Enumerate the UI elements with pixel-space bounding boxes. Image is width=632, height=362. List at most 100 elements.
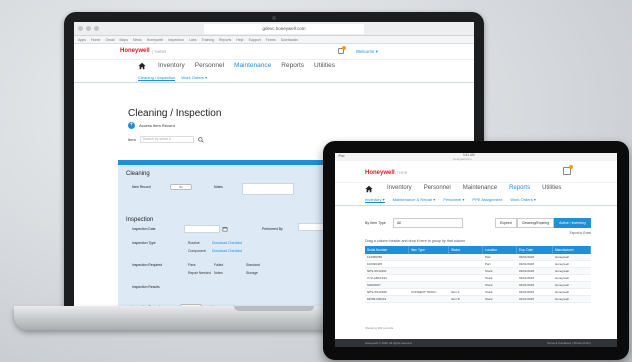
footer-links[interactable]: Terms & Conditions | Privacy Policy — [547, 339, 591, 347]
nav-tab-utilities[interactable]: Utilities — [542, 185, 561, 191]
inspection-date-input[interactable] — [184, 225, 220, 233]
table-cell — [409, 261, 449, 267]
download-checklist-link-1[interactable]: Download Checklist — [212, 241, 242, 245]
bookmark-item[interactable]: Reports — [219, 38, 231, 42]
nav-tab-utilities[interactable]: Utilities — [314, 62, 335, 69]
nav-tab-maintenance[interactable]: Maintenance — [234, 62, 271, 69]
table-row[interactable]: NPS-SN12389 CONSENT TRAIN... Item A Stock 03… — [365, 289, 591, 296]
item-type-select[interactable]: All — [393, 218, 463, 228]
bookmark-item[interactable]: Downloads — [281, 38, 298, 42]
table-cell: 03/01/2018 — [519, 283, 535, 287]
column-header[interactable]: Serial Number — [365, 246, 409, 254]
table-row[interactable]: NPS-SN12301 Stock 03/01/2018 Honeywell — [365, 268, 591, 275]
inspection-type-component[interactable]: Component — [188, 249, 206, 253]
notes-input[interactable] — [242, 183, 294, 195]
notification-badge — [569, 165, 573, 169]
nav-tab-reports[interactable]: Reports — [281, 62, 304, 69]
subnav-tab-cleaning-inspection[interactable]: Cleaning / Inspection — [138, 75, 176, 81]
bookmark-item[interactable]: Forms — [266, 38, 276, 42]
tablet-footer: Honeywell © 2018. All rights reserved. T… — [335, 339, 617, 347]
home-icon[interactable] — [138, 62, 146, 70]
home-icon[interactable] — [365, 185, 373, 193]
req-failed[interactable]: Failed — [214, 263, 223, 267]
table-row[interactable]: MP2B-000019 Item B Stock 03/01/2018 Honeywel… — [365, 296, 591, 303]
inspection-section-title: Inspection — [126, 217, 154, 223]
nav-tab-reports[interactable]: Reports — [509, 185, 530, 191]
table-row[interactable]: S0000007 Stock 03/01/2018 Honeywell — [365, 282, 591, 289]
window-controls[interactable] — [78, 26, 99, 31]
notes-label: Notes — [214, 185, 223, 189]
table-cell: 102030405 — [367, 262, 383, 266]
new-record-label: New Record — [132, 185, 151, 189]
req-standard[interactable]: Standard — [246, 263, 260, 267]
page-title: Cleaning / Inspection — [128, 108, 222, 119]
table-row[interactable]: 123456789 Part 03/01/2018 Honeywell — [365, 254, 591, 261]
search-icon[interactable] — [198, 136, 204, 143]
bookmark-item[interactable]: Gmail — [105, 38, 114, 42]
column-header[interactable]: Location — [483, 246, 517, 254]
item-type-label: By Item Type — [365, 221, 386, 225]
bookmark-item[interactable]: Maps — [119, 38, 128, 42]
bookmark-item[interactable]: News — [133, 38, 142, 42]
nav-tab-personnel[interactable]: Personnel — [424, 185, 451, 191]
item-search-input[interactable]: Search by serial # — [139, 136, 194, 143]
column-header[interactable]: Item Type — [409, 246, 449, 254]
bookmark-item[interactable]: Support — [249, 38, 261, 42]
export-excel-checkbox[interactable]: Export to Excel — [570, 231, 591, 235]
table-cell: Part — [485, 262, 491, 266]
subnav-items: Cleaning / Inspection Work Orders ▾ — [138, 75, 207, 81]
req-pass[interactable]: Pass — [188, 263, 196, 267]
new-record-toggle[interactable]: No — [170, 184, 192, 190]
subnav-tab-maintenance-repair[interactable]: Maintenance & Repair ▾ — [393, 197, 436, 203]
subnav-items: Inventory ▾ Maintenance & Repair ▾ Personn… — [365, 197, 536, 203]
nav-tab-maintenance[interactable]: Maintenance — [463, 185, 497, 191]
calendar-icon[interactable] — [222, 226, 228, 232]
filter-button-cleaning-expiring[interactable]: Cleaning/Expiring — [516, 218, 555, 228]
user-menu[interactable]: Welcome ▾ — [356, 49, 378, 55]
nav-tab-personnel[interactable]: Personnel — [195, 62, 224, 69]
subnav-tab-work-orders[interactable]: Work Orders ▾ — [510, 197, 536, 203]
filter-button-expired[interactable]: Expired — [494, 218, 517, 228]
table-cell: 03/01/2018 — [519, 276, 535, 280]
table-cell: 03/01/2018 — [519, 269, 535, 273]
req-notes[interactable]: Notes — [214, 271, 223, 275]
table-row[interactable]: 102030405 Part 03/01/2018 Honeywell — [365, 261, 591, 268]
subnav-tab-personnel[interactable]: Personnel ▾ — [443, 197, 464, 203]
item-search-row: Item Search by serial # — [128, 136, 204, 143]
access-record-label: Access Item Record — [139, 123, 175, 128]
nav-tab-inventory[interactable]: Inventory — [158, 62, 185, 69]
app-header: Honeywell | THEIR Welcome ▾ — [74, 44, 474, 60]
column-header[interactable]: Status — [449, 246, 483, 254]
download-checklist-link-2[interactable]: Download Checklist — [212, 249, 242, 253]
inspection-type-routine[interactable]: Routine — [188, 241, 200, 245]
nav-tab-inventory[interactable]: Inventory — [387, 185, 412, 191]
subnav-tab-inventory[interactable]: Inventory ▾ — [365, 197, 385, 203]
access-record-row[interactable]: + Access Item Record — [128, 122, 175, 129]
bookmark-item[interactable]: Training — [202, 38, 215, 42]
address-bar[interactable]: gdevc.honeywell.com — [204, 24, 364, 34]
req-storage[interactable]: Storage — [246, 271, 258, 275]
table-cell — [449, 268, 483, 274]
table-cell — [409, 254, 449, 260]
req-repair[interactable]: Repair Needed — [188, 271, 211, 275]
bookmark-item[interactable]: Apps — [78, 38, 86, 42]
table-cell: Honeywell — [555, 283, 569, 287]
table-cell: 03/01/2018 — [519, 290, 535, 294]
bookmark-item[interactable]: Honeywell — [147, 38, 163, 42]
column-header[interactable]: Exp. Date — [517, 246, 553, 254]
filter-button-active-inventory[interactable]: Active / Inventory — [554, 218, 591, 228]
table-row[interactable]: XYZ-ABC1234 Stock 03/01/2018 Honeywell — [365, 275, 591, 282]
bookmark-item[interactable]: Home — [91, 38, 100, 42]
bookmark-item[interactable]: Inspection — [168, 38, 184, 42]
bookmark-item[interactable]: Labs — [189, 38, 197, 42]
table-cell — [449, 261, 483, 267]
table-cell: XYZ-ABC1234 — [367, 276, 387, 280]
column-header[interactable]: Manufacturer — [553, 246, 591, 254]
plus-icon[interactable]: + — [128, 122, 135, 129]
subnav-tab-ppe-assignment[interactable]: PPE Assignment — [472, 197, 502, 203]
bookmark-item[interactable]: Help — [236, 38, 243, 42]
notification-badge — [342, 46, 346, 50]
honeywell-logo: Honeywell — [365, 170, 395, 176]
item-label: Item — [128, 137, 136, 142]
subnav-tab-work-orders[interactable]: Work Orders ▾ — [181, 75, 207, 81]
